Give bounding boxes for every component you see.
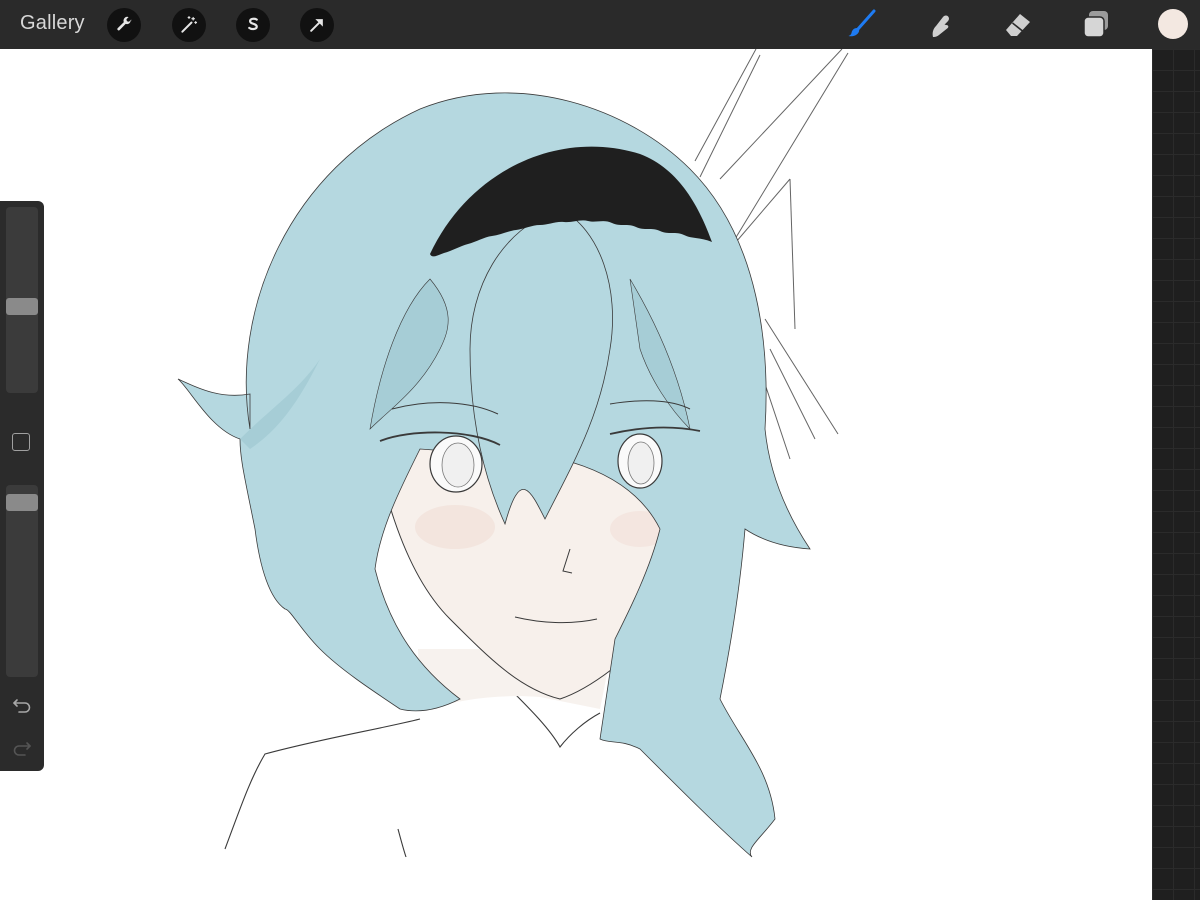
modify-button[interactable] — [12, 433, 30, 451]
brush-tool-button[interactable] — [844, 6, 880, 42]
wrench-icon — [117, 16, 132, 31]
blush-left — [415, 505, 495, 549]
opacity-thumb[interactable] — [6, 493, 38, 511]
selection-s-icon — [248, 17, 258, 31]
eraser-tool-button[interactable] — [1000, 6, 1036, 42]
transform-arrow-icon — [310, 19, 323, 32]
gallery-button[interactable]: Gallery — [20, 12, 85, 35]
canvas-background-grid — [1152, 49, 1200, 900]
smudge-icon — [932, 15, 949, 38]
smudge-tool-button[interactable] — [922, 6, 958, 42]
brush-icon — [848, 9, 876, 37]
eraser-icon — [1006, 14, 1030, 36]
color-picker-button[interactable] — [1158, 9, 1188, 39]
left-sidebar — [0, 201, 44, 771]
layers-icon — [1083, 11, 1108, 38]
drawing-canvas[interactable] — [0, 49, 1152, 900]
body-outline — [224, 688, 601, 858]
adjustments-button[interactable] — [172, 8, 206, 42]
redo-icon[interactable] — [11, 737, 33, 759]
brush-size-thumb[interactable] — [6, 298, 38, 316]
opacity-slider[interactable] — [6, 485, 38, 677]
magic-wand-icon — [181, 16, 198, 33]
artwork — [177, 49, 849, 858]
undo-icon[interactable] — [11, 694, 33, 716]
top-toolbar: Gallery — [0, 0, 1200, 49]
selection-button[interactable] — [236, 8, 270, 42]
actions-button[interactable] — [107, 8, 141, 42]
procreate-app: Gallery — [0, 0, 1200, 900]
transform-button[interactable] — [300, 8, 334, 42]
layers-button[interactable] — [1078, 6, 1114, 42]
